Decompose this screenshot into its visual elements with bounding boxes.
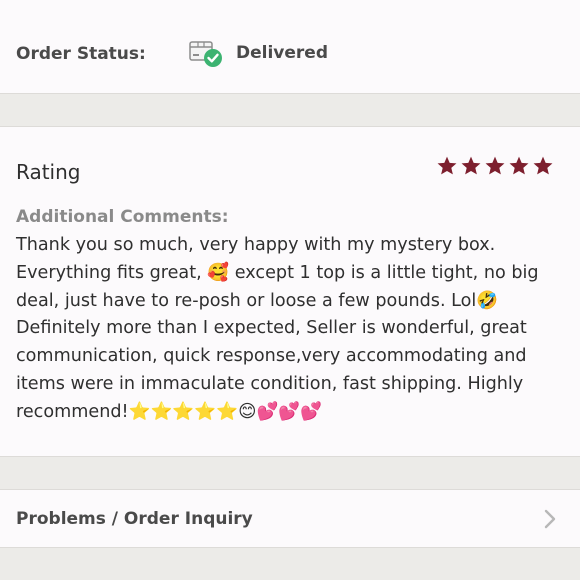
star-icon: [533, 156, 553, 175]
order-status-panel: Order Status: Delivered: [0, 0, 580, 94]
additional-comments-label: Additional Comments:: [16, 207, 229, 227]
rating-title: Rating: [16, 160, 81, 184]
rating-panel: Rating Additional Comments: Thank you so…: [0, 126, 580, 457]
star-icon: [437, 156, 457, 175]
order-status-label: Order Status:: [16, 44, 146, 64]
problems-order-inquiry-row[interactable]: Problems / Order Inquiry: [0, 489, 580, 548]
comment-text: Thank you so much, very happy with my my…: [16, 235, 539, 422]
rating-stars: [436, 155, 554, 177]
delivered-box-icon: [189, 41, 222, 67]
problems-order-inquiry-label: Problems / Order Inquiry: [16, 509, 253, 529]
star-icon: [461, 156, 481, 175]
star-icon: [509, 156, 529, 175]
star-icon: [485, 156, 505, 175]
chevron-right-icon: [544, 509, 556, 529]
order-status-value: Delivered: [236, 43, 328, 63]
